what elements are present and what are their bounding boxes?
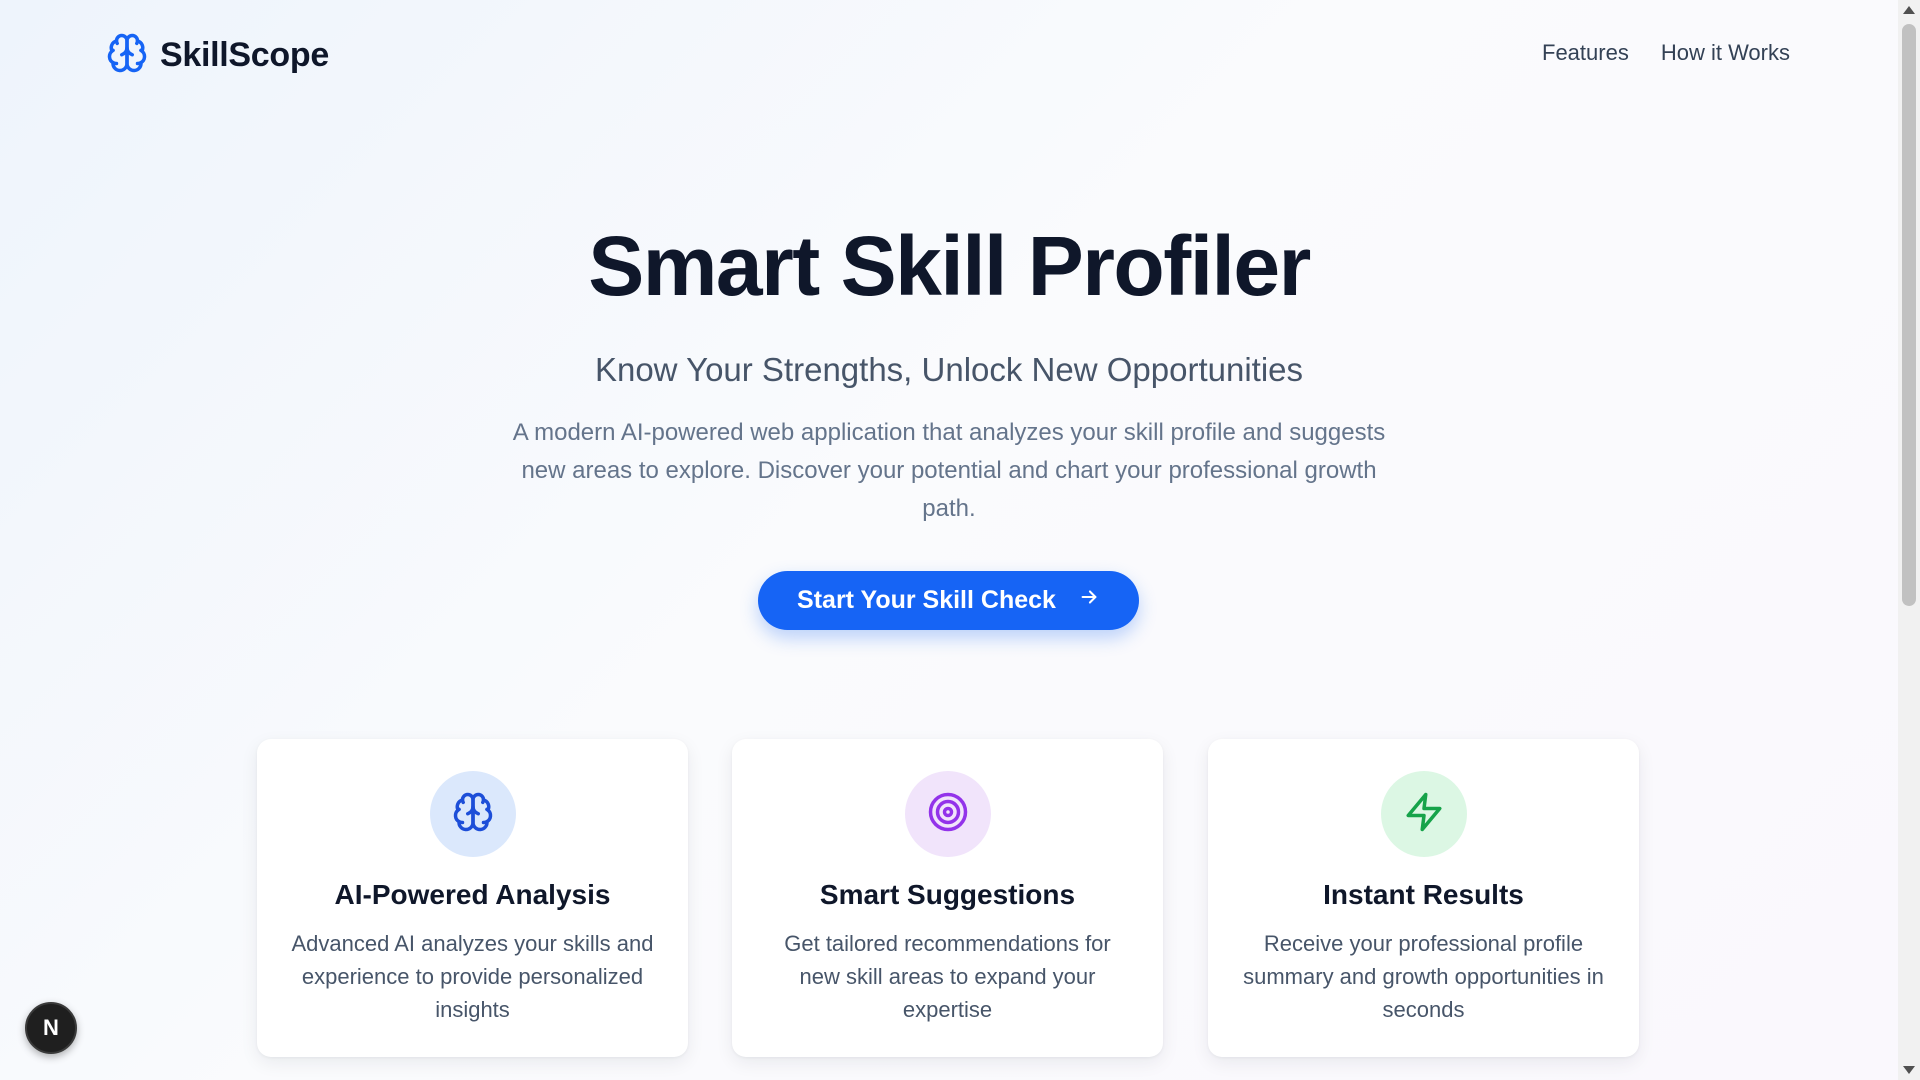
brand-name: SkillScope bbox=[160, 36, 329, 74]
top-nav: Features How it Works bbox=[1542, 40, 1790, 66]
scroll-down-arrow-icon[interactable] bbox=[1903, 1066, 1915, 1074]
brain-icon bbox=[106, 32, 148, 79]
feature-icon-circle bbox=[429, 771, 516, 857]
badge-label: N bbox=[43, 1015, 59, 1040]
lightning-icon bbox=[1403, 791, 1445, 838]
target-icon bbox=[927, 791, 969, 838]
feature-description: Get tailored recommendations for new ski… bbox=[784, 931, 1111, 1022]
brain-icon bbox=[452, 791, 494, 838]
hero-description: A modern AI-powered web application that… bbox=[512, 419, 1386, 522]
feature-icon-circle bbox=[1380, 771, 1467, 857]
hero-subtitle: Know Your Strengths, Unlock New Opportun… bbox=[594, 351, 1304, 388]
feature-icon-circle bbox=[904, 771, 991, 857]
cta-label: Start Your Skill Check bbox=[797, 586, 1056, 614]
landing-page: SkillScope Features How it Works Smart S… bbox=[0, 0, 1898, 1080]
feature-card-ai-analysis: AI-Powered Analysis Advanced AI analyzes… bbox=[257, 739, 688, 1057]
nav-link-features[interactable]: Features bbox=[1542, 40, 1629, 66]
feature-title: Instant Results bbox=[1323, 879, 1524, 910]
feature-description: Receive your professional profile summar… bbox=[1243, 931, 1604, 1022]
feature-title: Smart Suggestions bbox=[819, 879, 1076, 910]
arrow-right-icon bbox=[1078, 586, 1100, 615]
feature-card-instant-results: Instant Results Receive your professiona… bbox=[1208, 739, 1639, 1057]
brand-logo[interactable]: SkillScope bbox=[106, 32, 329, 79]
scrollbar-thumb[interactable] bbox=[1902, 24, 1916, 606]
feature-title: AI-Powered Analysis bbox=[334, 879, 611, 910]
vertical-scrollbar[interactable] bbox=[1898, 0, 1920, 1080]
feature-card-smart-suggestions: Smart Suggestions Get tailored recommend… bbox=[732, 739, 1163, 1057]
dev-tools-badge[interactable]: N bbox=[25, 1002, 77, 1054]
nav-link-how-it-works[interactable]: How it Works bbox=[1661, 40, 1790, 66]
hero-title: Smart Skill Profiler bbox=[588, 219, 1311, 313]
scroll-up-arrow-icon[interactable] bbox=[1903, 6, 1915, 14]
start-skill-check-button[interactable]: Start Your Skill Check bbox=[758, 571, 1139, 630]
feature-description: Advanced AI analyzes your skills and exp… bbox=[291, 931, 654, 1022]
